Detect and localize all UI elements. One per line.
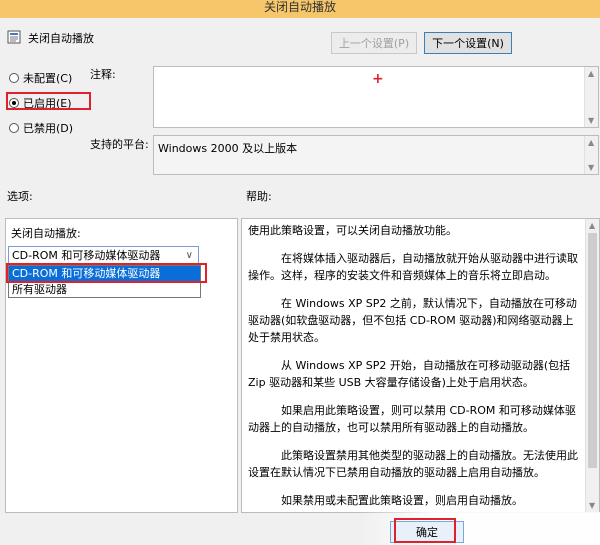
scroll-down-icon[interactable]: ▼	[589, 501, 595, 510]
scroll-up-icon[interactable]: ▲	[589, 221, 595, 230]
platform-field: Windows 2000 及以上版本 ▲ ▼	[153, 135, 599, 175]
next-setting-button[interactable]: 下一个设置(N)	[424, 32, 512, 54]
platform-label: 支持的平台:	[90, 138, 149, 151]
help-paragraph: 如果启用此策略设置，则可以禁用 CD-ROM 和可移动媒体驱动器上的自动播放，也…	[248, 404, 576, 434]
select-value: CD-ROM 和可移动媒体驱动器	[12, 249, 161, 262]
comment-scrollbar[interactable]: ▲ ▼	[584, 67, 598, 127]
platform-value: Windows 2000 及以上版本	[158, 142, 298, 155]
chevron-down-icon: ∨	[185, 250, 193, 261]
radio-circle-icon	[9, 73, 19, 83]
scrollbar-thumb[interactable]	[588, 233, 597, 468]
help-panel: 使用此策略设置，可以关闭自动播放功能。 在将媒体插入驱动器后，自动播放就开始从驱…	[241, 218, 600, 513]
window-title: 关闭自动播放	[263, 0, 336, 14]
cursor-crosshair-icon: +	[372, 71, 384, 87]
help-paragraph: 在将媒体插入驱动器后，自动播放就开始从驱动器中进行读取操作。这样，程序的安装文件…	[248, 252, 578, 282]
policy-document-icon	[7, 30, 21, 44]
help-scrollbar[interactable]: ▲ ▼	[585, 219, 599, 512]
radio-circle-icon	[9, 123, 19, 133]
help-paragraph: 在 Windows XP SP2 之前，默认情况下，自动播放在可移动驱动器(如软…	[248, 297, 577, 344]
platform-scrollbar[interactable]: ▲ ▼	[584, 136, 598, 174]
comment-label: 注释:	[90, 68, 116, 81]
highlight-box-dropdown	[6, 263, 207, 283]
help-section-label: 帮助:	[246, 190, 272, 203]
scroll-down-icon[interactable]: ▼	[588, 116, 594, 125]
radio-not-configured[interactable]: 未配置(C)	[9, 70, 72, 86]
scroll-down-icon[interactable]: ▼	[588, 163, 594, 172]
dropdown-option-all-drives[interactable]: 所有驱动器	[9, 282, 200, 298]
scroll-up-icon[interactable]: ▲	[588, 69, 594, 78]
highlight-box-ok	[394, 518, 456, 543]
help-paragraph: 此策略设置禁用其他类型的驱动器上的自动播放。无法使用此设置在默认情况下已禁用自动…	[248, 449, 578, 479]
previous-setting-button[interactable]: 上一个设置(P)	[331, 32, 417, 54]
help-paragraph: 从 Windows XP SP2 开始，自动播放在可移动驱动器(包括 Zip 驱…	[248, 359, 571, 389]
scroll-up-icon[interactable]: ▲	[588, 138, 594, 147]
options-section-label: 选项:	[7, 190, 33, 203]
window-titlebar: 关闭自动播放	[0, 0, 600, 18]
radio-disabled[interactable]: 已禁用(D)	[9, 120, 73, 136]
policy-title: 关闭自动播放	[28, 32, 94, 45]
help-paragraph: 使用此策略设置，可以关闭自动播放功能。	[248, 224, 457, 237]
comment-textarea[interactable]: + ▲ ▼	[153, 66, 599, 128]
help-paragraph: 如果禁用或未配置此策略设置，则启用自动播放。	[281, 494, 523, 507]
highlight-box-enabled	[6, 92, 91, 110]
autoplay-field-label: 关闭自动播放:	[11, 227, 81, 240]
